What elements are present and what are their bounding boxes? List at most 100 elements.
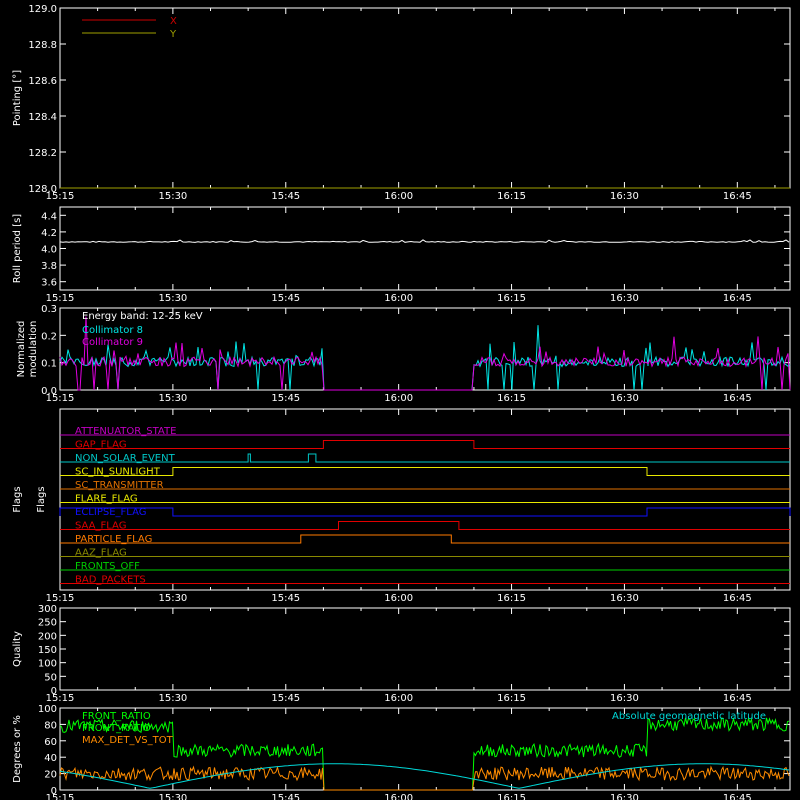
legend-label: FRONT_RATIO (82, 723, 151, 734)
y-tick-label: 300 (38, 604, 57, 615)
flag-line-saa-flag (60, 521, 790, 530)
x-tick-label: 16:30 (610, 693, 639, 704)
x-tick-label: 16:30 (610, 393, 639, 404)
y-tick-label: 129.0 (28, 4, 57, 15)
y-axis-label: Degrees or % (12, 715, 23, 783)
x-tick-label: 16:00 (384, 793, 413, 800)
flag-label: PARTICLE_FLAG (75, 534, 152, 545)
legend-label: X (170, 16, 177, 27)
legend-label: MAX_DET_VS_TOT (82, 735, 174, 746)
flag-label: BAD_PACKETS (75, 575, 146, 586)
x-tick-label: 15:45 (271, 593, 300, 604)
x-tick-label: 16:00 (384, 593, 413, 604)
y-tick-label: 150 (38, 645, 57, 656)
y-tick-label: 40 (44, 753, 57, 764)
x-tick-label: 16:00 (384, 293, 413, 304)
x-tick-label: 15:30 (158, 191, 187, 202)
y-tick-label: 200 (38, 631, 57, 642)
x-tick-label: 15:30 (158, 693, 187, 704)
chart-stage: 15:15 15:30 15:45 16:00 16:15 16:30 16:45 128.0… (0, 0, 800, 800)
flag-line-sc-in-sunlight (60, 467, 790, 476)
x-tick-label: 16:15 (497, 191, 526, 202)
y-tick-label: 4.4 (41, 211, 57, 222)
x-tick-label: 15:30 (158, 293, 187, 304)
flag-line-particle-flag (60, 534, 790, 544)
y-axis-label: Flags (12, 486, 23, 512)
chart-figure: 15:15 15:30 15:45 16:00 16:15 16:30 16:45 128.0… (12, 4, 791, 800)
x-tick-label: 16:45 (723, 393, 752, 404)
x-tick-label: 16:45 (723, 793, 752, 800)
y-tick-label: 250 (38, 618, 57, 629)
y-tick-label: 128.6 (28, 76, 57, 87)
x-tick-label: 15:45 (271, 793, 300, 800)
flag-line-gap-flag (60, 440, 790, 449)
flag-label: FLARE_FLAG (75, 494, 138, 505)
x-tick-label: 16:30 (610, 293, 639, 304)
legend-label: FRONT_RATIO (82, 711, 151, 722)
flag-label: SAA_FLAG (75, 521, 126, 532)
x-tick-label: 16:15 (497, 393, 526, 404)
flag-label: NON_SOLAR_EVENT (75, 453, 176, 464)
x-tick-label: 16:15 (497, 293, 526, 304)
y-tick-label: 0.0 (41, 386, 57, 397)
x-tick-label: 16:00 (384, 693, 413, 704)
y-tick-label: 128.0 (28, 184, 57, 195)
y-tick-label: 4.2 (41, 228, 57, 239)
y-axis-label: modulation (28, 321, 39, 378)
flag-line-eclipse-flag (59, 507, 791, 517)
x-tick-label: 16:00 (384, 393, 413, 404)
flag-label: ECLIPSE_FLAG (75, 507, 146, 518)
x-tick-label: 16:30 (610, 191, 639, 202)
x-tick-label: 16:45 (723, 593, 752, 604)
y-tick-label: 4.0 (41, 245, 57, 256)
y-tick-label: 20 (44, 770, 57, 781)
y-tick-label: 0.3 (41, 304, 57, 315)
annotation-energy-band: Energy band: 12-25 keV (82, 311, 203, 322)
y-axis-label: Pointing [°] (12, 70, 23, 126)
x-tick-label: 16:15 (497, 693, 526, 704)
x-tick-label: 15:45 (271, 693, 300, 704)
y-tick-label: 128.4 (28, 112, 57, 123)
x-tick-label: 16:15 (497, 593, 526, 604)
y-tick-label: 60 (44, 737, 57, 748)
y-tick-label: 50 (44, 672, 57, 683)
y-axis-label: Normalized (16, 321, 27, 378)
series-line-collimator-9 (59, 316, 791, 391)
flag-label: FRONTS_OFF (75, 561, 140, 572)
flag-label: ATTENUATOR_STATE (75, 426, 176, 437)
y-tick-label: 0.1 (41, 359, 57, 370)
flag-label: AAZ_FLAG (75, 548, 127, 559)
flag-label: GAP_FLAG (75, 440, 127, 451)
y-tick-label: 128.2 (28, 148, 57, 159)
x-tick-label: 15:15 (46, 293, 75, 304)
legend-label: Absolute geomagnetic latitude (612, 711, 766, 722)
legend-label: Collimator 9 (82, 337, 143, 348)
x-tick-label: 15:30 (158, 393, 187, 404)
y-tick-label: 0.2 (41, 331, 57, 342)
x-tick-label: 15:45 (271, 191, 300, 202)
y-tick-label: 0 (51, 686, 57, 697)
series-line-roll-period (59, 239, 790, 243)
x-tick-label: 15:30 (158, 593, 187, 604)
x-tick-label: 15:30 (158, 793, 187, 800)
x-tick-label: 16:15 (497, 793, 526, 800)
x-tick-label: 16:00 (384, 191, 413, 202)
y-axis-label: Flags (36, 486, 47, 512)
y-tick-label: 3.6 (41, 278, 57, 289)
x-tick-label: 16:30 (610, 593, 639, 604)
y-tick-label: 100 (38, 659, 57, 670)
legend-label: Collimator 8 (82, 325, 143, 336)
panel-frame-4 (59, 607, 791, 691)
y-tick-label: 128.8 (28, 40, 57, 51)
legend-label: Y (169, 29, 177, 40)
x-tick-label: 16:45 (723, 693, 752, 704)
x-tick-label: 15:45 (271, 293, 300, 304)
flag-label: SC_TRANSMITTER (75, 480, 164, 491)
y-axis-label: Quality (12, 631, 23, 667)
panel-frame-1 (59, 206, 791, 291)
x-tick-label: 15:45 (271, 393, 300, 404)
y-tick-label: 100 (38, 704, 57, 715)
y-tick-label: 3.8 (41, 261, 57, 272)
x-tick-label: 15:15 (46, 593, 75, 604)
x-tick-label: 16:45 (723, 191, 752, 202)
